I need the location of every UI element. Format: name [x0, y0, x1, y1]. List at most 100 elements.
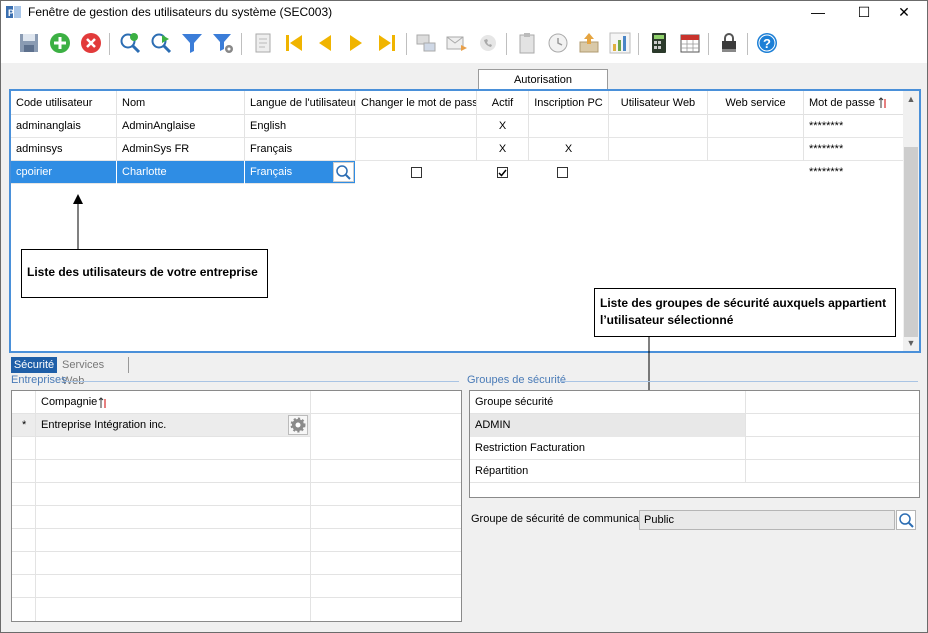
chart-icon[interactable] [608, 31, 632, 55]
companies-section-label: Entreprises [11, 374, 67, 386]
active-cell: X [477, 115, 529, 138]
search-add-icon[interactable] [118, 31, 142, 55]
help-icon[interactable]: ? [755, 31, 779, 55]
company-name: Entreprise Intégration inc. [41, 419, 167, 431]
magnifier-icon [336, 165, 351, 180]
lock-icon[interactable] [717, 31, 741, 55]
magnifier-icon [899, 513, 914, 528]
comm-security-group-field[interactable]: Public [639, 510, 895, 530]
user-name-cell: Charlotte [117, 161, 245, 184]
export-icon[interactable] [577, 31, 601, 55]
password-cell[interactable]: ******** [804, 161, 903, 184]
search-go-icon[interactable] [149, 31, 173, 55]
user-language-cell[interactable]: Français [245, 161, 356, 184]
scroll-down-icon[interactable]: ▼ [903, 335, 919, 351]
comm-security-group-lookup-button[interactable] [896, 510, 916, 530]
first-record-icon[interactable] [282, 31, 306, 55]
language-lookup-button[interactable] [333, 162, 354, 182]
callout-users: Liste des utilisateurs de votre entrepri… [21, 249, 268, 298]
col-active[interactable]: Actif [477, 91, 529, 115]
col-name[interactable]: Nom [117, 91, 245, 115]
active-cell: X [477, 138, 529, 161]
calculator-icon[interactable] [647, 31, 671, 55]
change-password-cell [356, 115, 477, 138]
user-row[interactable]: adminanglais AdminAnglaise English X ***… [11, 115, 903, 138]
delete-icon[interactable] [79, 31, 103, 55]
security-groups-section-label: Groupes de sécurité [467, 374, 567, 386]
sort-icon [878, 97, 886, 108]
user-code-cell: adminanglais [11, 115, 117, 138]
calendar-icon[interactable] [678, 31, 702, 55]
web-service-cell[interactable] [708, 161, 804, 184]
web-service-cell [708, 138, 804, 161]
phone-icon[interactable] [476, 31, 500, 55]
security-group-cell: ADMIN [470, 414, 746, 437]
scroll-thumb[interactable] [904, 147, 918, 337]
col-web-user[interactable]: Utilisateur Web [609, 91, 708, 115]
tab-security[interactable]: Sécurité [11, 357, 57, 373]
save-icon[interactable] [17, 31, 41, 55]
add-icon[interactable] [48, 31, 72, 55]
filter-icon[interactable] [180, 31, 204, 55]
email-icon[interactable] [445, 31, 469, 55]
next-record-icon[interactable] [344, 31, 368, 55]
svg-text:P: P [8, 8, 14, 18]
change-password-cell [356, 138, 477, 161]
companies-grid: Compagnie * Entreprise Intégration inc. [11, 390, 462, 622]
col-company-label: Compagnie [41, 396, 98, 408]
security-group-row[interactable]: Restriction Facturation [470, 437, 919, 460]
user-row[interactable]: adminsys AdminSys FR Français X X ******… [11, 138, 903, 161]
empty-row [12, 575, 461, 598]
col-user-code[interactable]: Code utilisateur [11, 91, 117, 115]
sort-icon [98, 397, 106, 408]
change-password-checkbox[interactable] [410, 166, 422, 178]
company-settings-button[interactable] [288, 415, 308, 435]
pc-registration-cell[interactable] [529, 161, 609, 184]
col-web-service[interactable]: Web service [708, 91, 804, 115]
callout-groups: Liste des groupes de sécurité auxquels a… [594, 288, 896, 337]
users-grid-scrollbar[interactable]: ▲ ▼ [903, 91, 919, 351]
pc-registration-checkbox[interactable] [557, 166, 568, 178]
user-row-selected[interactable]: cpoirier Charlotte Français ******** [11, 161, 903, 184]
minimize-button[interactable]: — [795, 1, 841, 23]
workflow-icon[interactable] [414, 31, 438, 55]
col-password[interactable]: Mot de passe [804, 91, 903, 115]
pc-registration-cell [529, 115, 609, 138]
password-cell: ******** [809, 120, 844, 132]
user-code-cell: adminsys [11, 138, 117, 161]
empty-row [12, 506, 461, 529]
company-row[interactable]: * Entreprise Intégration inc. [12, 414, 461, 437]
col-change-password[interactable]: Changer le mot de passe [356, 91, 477, 115]
col-company[interactable]: Compagnie [36, 391, 311, 414]
web-user-cell[interactable] [609, 161, 708, 184]
col-password-label: Mot de passe [809, 97, 876, 109]
new-row-marker: * [12, 414, 36, 437]
close-button[interactable]: ✕ [881, 1, 927, 23]
scroll-up-icon[interactable]: ▲ [903, 91, 919, 107]
svg-text:?: ? [763, 36, 771, 51]
pc-registration-cell: X [529, 138, 609, 161]
col-security-group[interactable]: Groupe sécurité [470, 391, 746, 414]
security-group-row[interactable]: ADMIN [470, 414, 919, 437]
clipboard-icon[interactable] [515, 31, 539, 55]
empty-row [12, 529, 461, 552]
last-record-icon[interactable] [375, 31, 399, 55]
report-icon[interactable] [251, 31, 275, 55]
app-window: P Fenêtre de gestion des utilisateurs du… [0, 0, 928, 633]
active-checkbox[interactable] [497, 166, 508, 178]
authorization-group-header: Autorisation [478, 69, 608, 90]
col-language[interactable]: Langue de l'utilisateur [245, 91, 356, 115]
security-group-row[interactable]: Répartition [470, 460, 919, 483]
user-language-cell: Français [245, 138, 356, 161]
app-logo-icon: P [6, 6, 21, 18]
filter-settings-icon[interactable] [211, 31, 235, 55]
user-language-cell: English [245, 115, 356, 138]
col-pc-registration[interactable]: Inscription PC [529, 91, 609, 115]
active-cell[interactable] [477, 161, 529, 184]
previous-record-icon[interactable] [313, 31, 337, 55]
change-password-cell[interactable] [356, 161, 477, 184]
empty-row [12, 437, 461, 460]
history-icon[interactable] [546, 31, 570, 55]
user-language-value: Français [250, 166, 293, 178]
tab-web-services[interactable]: Services Web [59, 357, 129, 387]
